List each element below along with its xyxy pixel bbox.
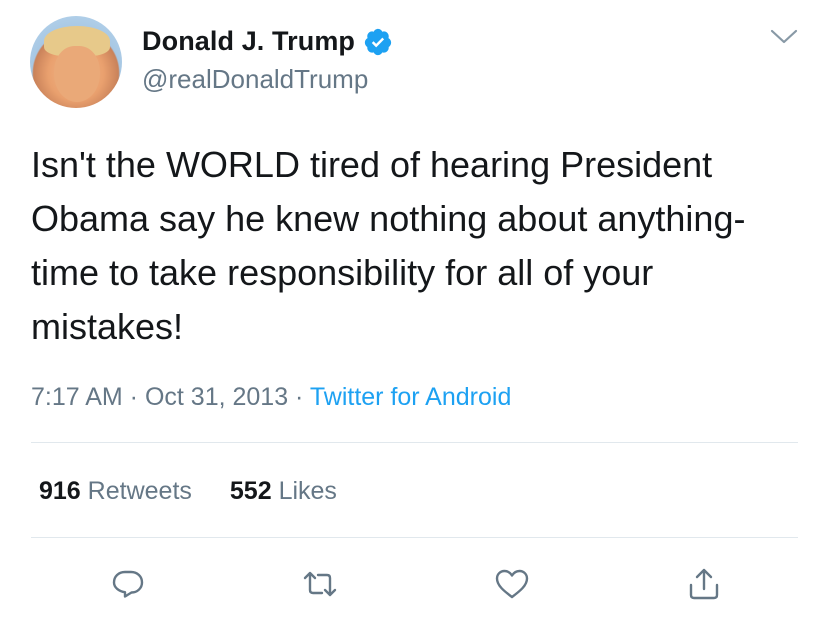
tweet-meta: 7:17 AM · Oct 31, 2013 · Twitter for And… [31, 383, 511, 412]
tweet-date[interactable]: Oct 31, 2013 [145, 383, 288, 411]
likes-count: 552 [229, 477, 272, 505]
tweet-source-link[interactable]: Twitter for Android [310, 383, 511, 411]
tweet-time[interactable]: 7:17 AM [31, 383, 123, 411]
reply-button[interactable] [110, 566, 146, 602]
likes-stat[interactable]: 552 Likes [230, 477, 337, 506]
tweet-text: Isn't the WORLD tired of hearing Preside… [31, 144, 746, 347]
share-icon [689, 568, 719, 600]
meta-separator: · [288, 383, 310, 411]
retweets-stat[interactable]: 916 Retweets [39, 477, 192, 506]
reply-icon [112, 570, 144, 598]
avatar[interactable] [30, 16, 122, 108]
retweets-count: 916 [39, 477, 81, 505]
meta-separator: · [122, 383, 145, 411]
divider [31, 537, 798, 538]
retweets-label: Retweets [87, 477, 192, 505]
like-button[interactable] [494, 566, 530, 602]
share-button[interactable] [686, 566, 722, 602]
chevron-down-icon[interactable] [770, 28, 798, 46]
retweet-icon [303, 571, 337, 597]
author-display-name[interactable]: Donald J. Trump [142, 26, 355, 57]
author-name-row[interactable]: Donald J. Trump [142, 26, 393, 57]
tweet-card: Donald J. Trump @realDonaldTrump Isn't t… [0, 0, 828, 641]
verified-badge-icon [363, 27, 393, 57]
tweet-stats: 916 Retweets 552 Likes [39, 477, 375, 506]
divider [31, 442, 798, 443]
avatar-face [54, 46, 100, 102]
author-handle[interactable]: @realDonaldTrump [142, 64, 368, 95]
likes-label: Likes [278, 477, 337, 505]
retweet-button[interactable] [302, 566, 338, 602]
heart-icon [495, 569, 529, 599]
